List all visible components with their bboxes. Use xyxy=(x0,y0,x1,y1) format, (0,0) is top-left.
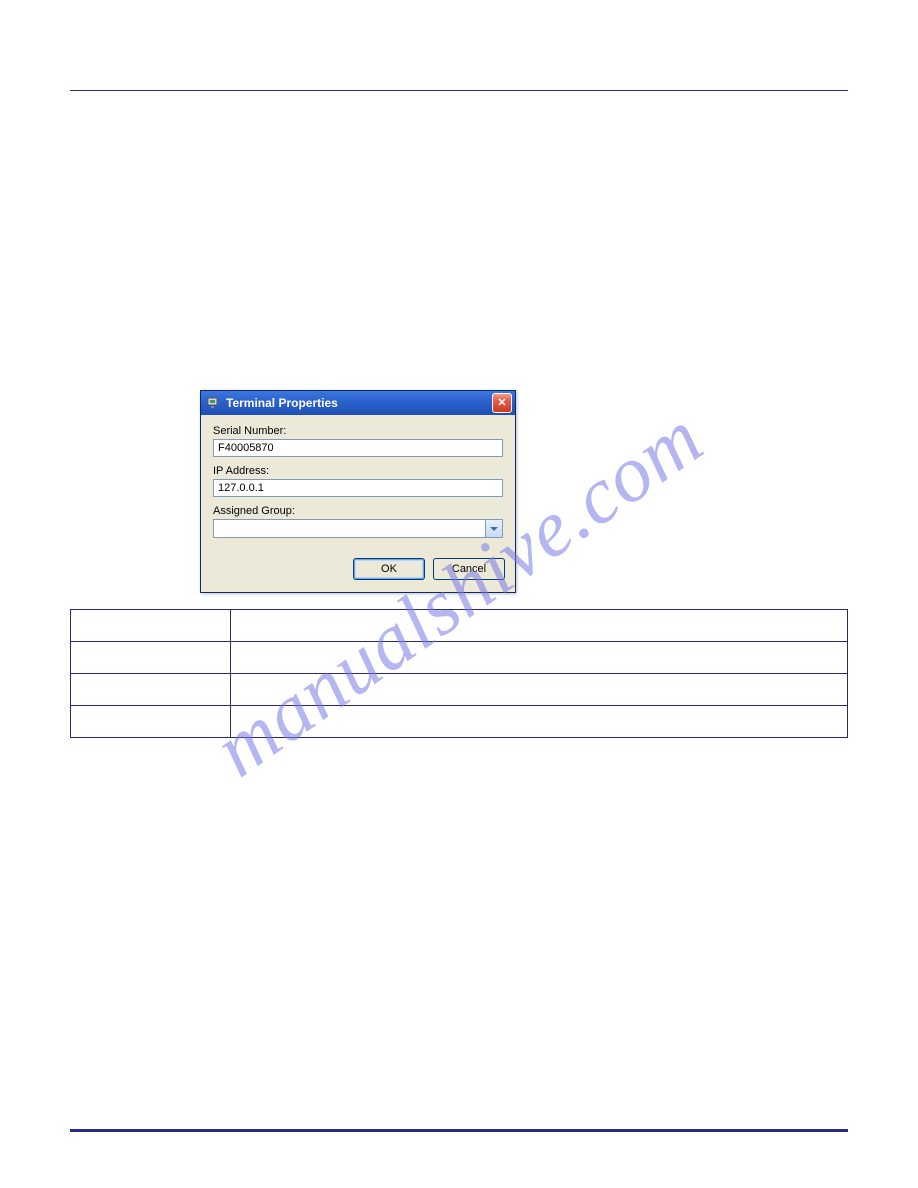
section-heading: Adding New Terminals to the System xyxy=(70,121,848,142)
assigned-group-label: Assigned Group: xyxy=(213,505,503,517)
table-row: Serial Number The unique serial number o… xyxy=(71,642,848,674)
figure-caption: Figure 5-13 Terminal Properties Dialog xyxy=(70,364,848,380)
cell-field: Serial Number xyxy=(71,642,231,674)
terminal-properties-dialog: Terminal Properties ✕ Serial Number: IP … xyxy=(200,390,516,593)
column-header-description: Description xyxy=(231,610,848,642)
dialog-title: Terminal Properties xyxy=(226,396,492,410)
cell-desc: An optional name of a group to which thi… xyxy=(231,706,848,738)
footer xyxy=(70,1129,848,1138)
cell-field: Assigned Group xyxy=(71,706,231,738)
table-header-row: Field Description xyxy=(71,610,848,642)
ui-ref: Terminals xyxy=(312,271,372,287)
assigned-group-select[interactable] xyxy=(213,519,503,538)
cell-desc: The unique serial number of the terminal… xyxy=(231,642,848,674)
serial-number-label: Serial Number: xyxy=(213,425,503,437)
table-row: IP Address The IP address of the termina… xyxy=(71,674,848,706)
table-row: Assigned Group An optional name of a gro… xyxy=(71,706,848,738)
header-rule xyxy=(70,90,848,91)
chevron-down-icon xyxy=(485,520,502,537)
paragraph-1: To add a new terminal manually, in the T… xyxy=(70,269,848,290)
text: panel, click xyxy=(376,271,445,287)
ui-ref: New... xyxy=(449,271,488,287)
text: dialog appears. xyxy=(644,271,744,287)
ui-ref: Terminal Properties xyxy=(636,306,757,322)
text: Enter the new terminal's serial number, … xyxy=(70,306,579,322)
ui-ref: Terminal Properties xyxy=(523,271,644,287)
text: The xyxy=(495,271,523,287)
close-icon: ✕ xyxy=(497,398,506,409)
footer-rule xyxy=(70,1129,848,1132)
serial-number-input[interactable] xyxy=(213,439,503,457)
page-header: MC9090-G RFID Integrator Guide Supplemen… xyxy=(70,60,848,82)
close-button[interactable]: ✕ xyxy=(492,393,512,413)
fields-table: Field Description Serial Number The uniq… xyxy=(70,609,848,738)
intro-paragraph: New terminals can be added to the system… xyxy=(70,158,848,221)
terminal-icon xyxy=(207,396,221,410)
paragraph-2: Enter the new terminal's serial number, … xyxy=(70,304,848,346)
dialog-titlebar[interactable]: Terminal Properties ✕ xyxy=(201,391,515,415)
ok-button[interactable]: OK xyxy=(353,558,425,580)
text: . The xyxy=(600,306,636,322)
ip-address-label: IP Address: xyxy=(213,465,503,477)
subheading: Adding a New Terminal Manually xyxy=(70,235,848,253)
column-header-field: Field xyxy=(71,610,231,642)
ui-ref: OK xyxy=(579,306,600,322)
cell-desc: The IP address of the terminal being add… xyxy=(231,674,848,706)
cancel-button[interactable]: Cancel xyxy=(433,558,505,580)
dialog-body: Serial Number: IP Address: Assigned Grou… xyxy=(201,415,515,552)
text: To add a new terminal manually, in the xyxy=(70,271,308,287)
ip-address-input[interactable] xyxy=(213,479,503,497)
cell-field: IP Address xyxy=(71,674,231,706)
